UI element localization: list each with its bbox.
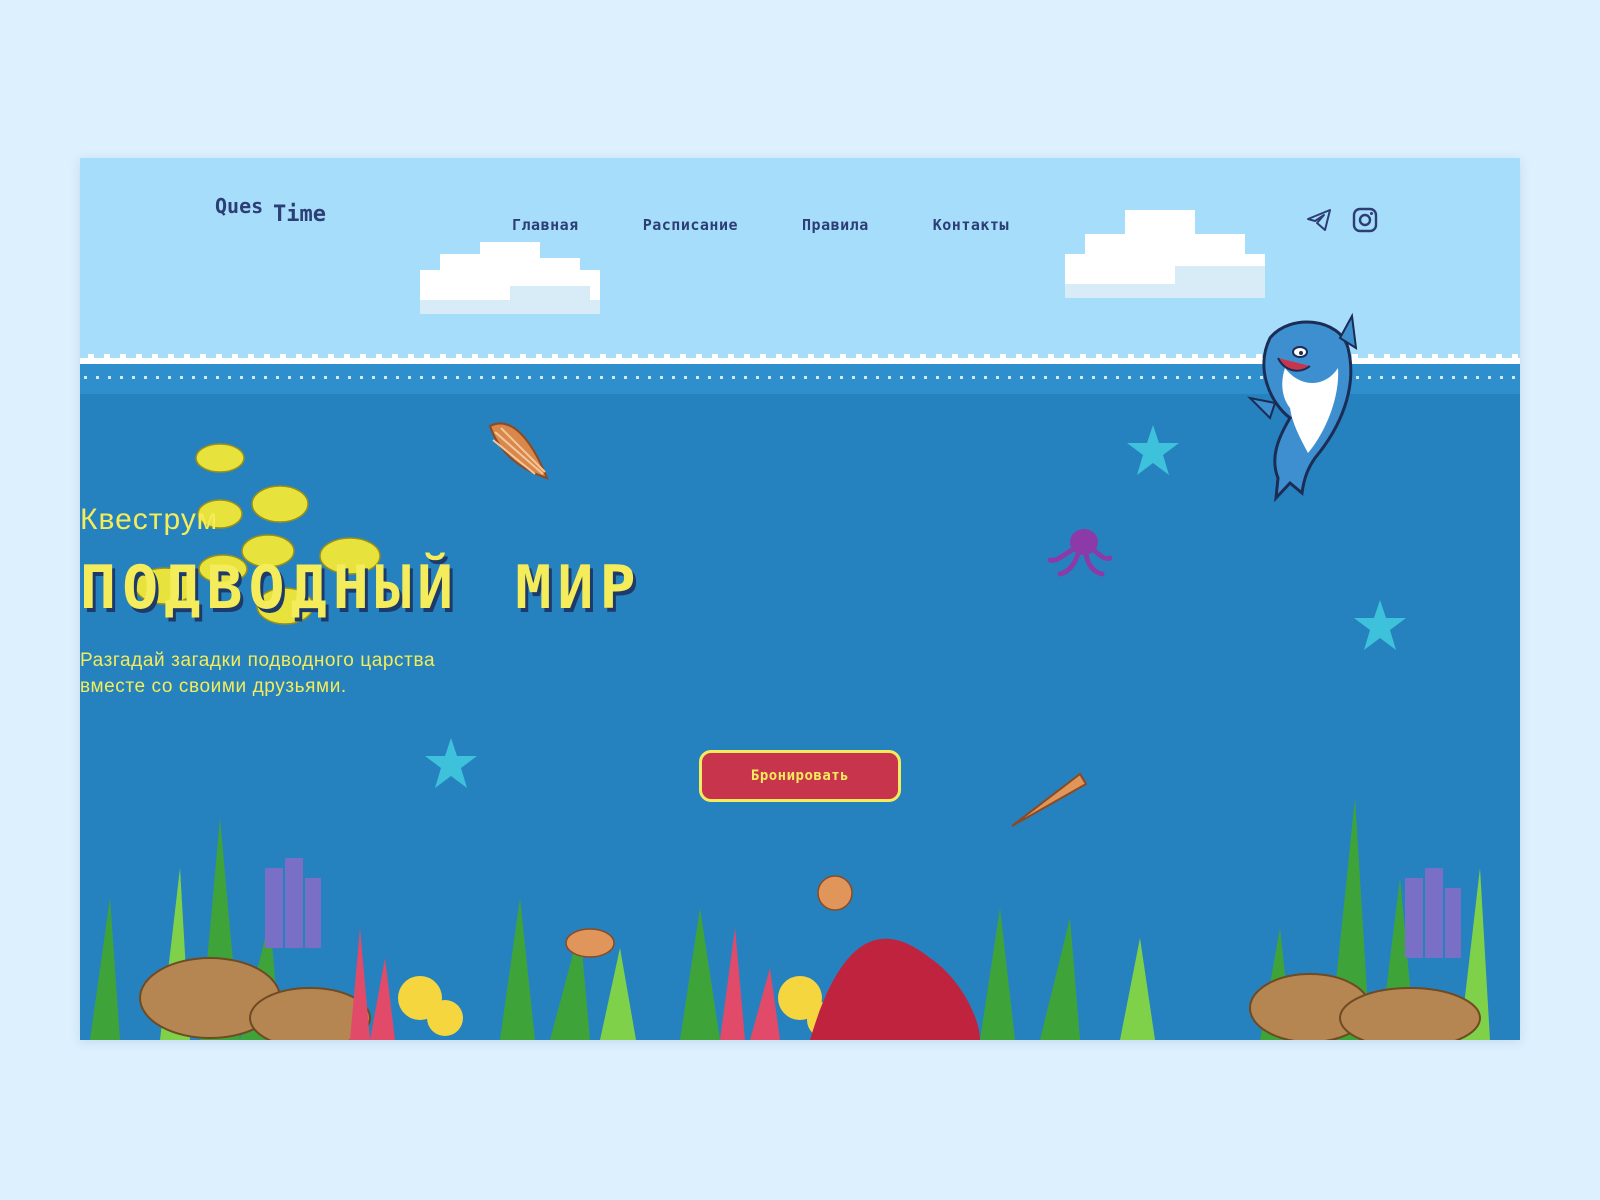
cloud-left <box>420 242 600 314</box>
cloud-right <box>1065 210 1265 298</box>
instagram-icon[interactable] <box>1351 206 1379 234</box>
shell-top-left <box>488 422 549 480</box>
social-links <box>1305 206 1379 234</box>
hero-subtitle: Разгадай загадки подводного царства вмес… <box>80 648 1520 700</box>
main-nav: Главная Расписание Правила Контакты <box>512 216 1073 234</box>
nav-item-contacts[interactable]: Контакты <box>933 216 1009 234</box>
hero-kicker: Квеструм <box>80 503 219 536</box>
site-logo[interactable]: Ques Time <box>215 194 345 238</box>
book-button[interactable]: Бронировать <box>699 750 901 802</box>
hero-subtitle-line-1: Разгадай загадки подводного царства <box>80 650 436 671</box>
telegram-icon[interactable] <box>1305 206 1333 234</box>
starfish-top-right <box>1127 425 1179 475</box>
nav-item-schedule[interactable]: Расписание <box>643 216 738 234</box>
nav-item-home[interactable]: Главная <box>512 216 579 234</box>
nav-item-rules[interactable]: Правила <box>802 216 869 234</box>
landing-page-frame: Ques Time Главная Расписание Правила Кон… <box>80 158 1520 1040</box>
hero-subtitle-line-2: вместе со своими друзьями. <box>80 676 347 697</box>
logo-text-time: Time <box>273 202 326 227</box>
dolphin-illustration <box>1246 312 1358 503</box>
hero-title: ПОДВОДНЫЙ МИР <box>80 553 642 623</box>
logo-text-ques: Ques <box>215 194 264 218</box>
